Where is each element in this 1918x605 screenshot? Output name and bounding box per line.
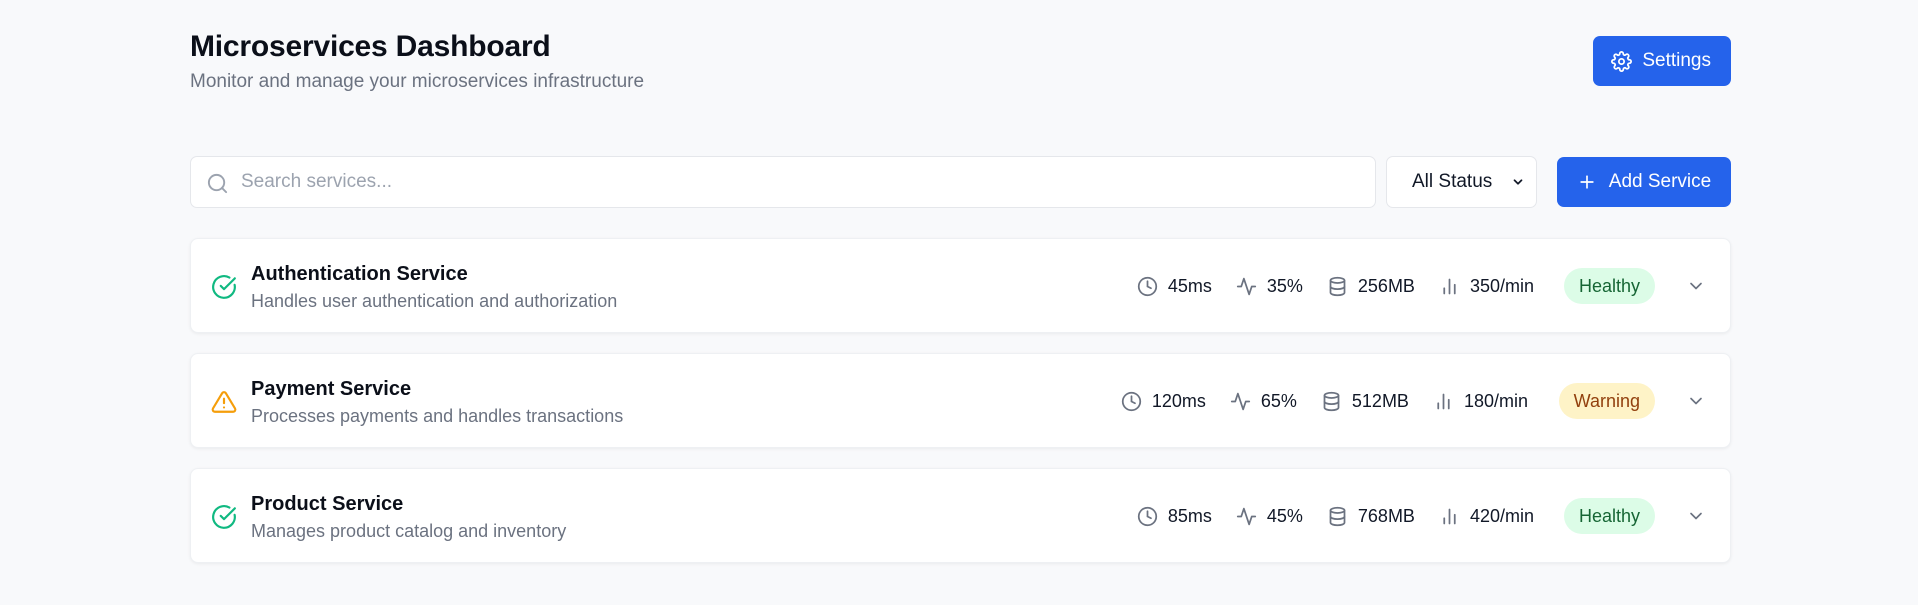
memory-value: 512MB (1351, 391, 1409, 411)
status-badge: Healthy (1563, 268, 1655, 304)
search-icon (207, 173, 228, 194)
warning-triangle-icon (211, 391, 237, 413)
service-name: Authentication Service (251, 263, 468, 285)
check-circle-icon (212, 505, 236, 529)
cpu-value: 35% (1266, 276, 1303, 296)
requests-value: 420/min (1469, 506, 1534, 526)
add-service-button[interactable]: Add Service (1557, 157, 1731, 207)
cpu-metric: 45% (1236, 506, 1303, 527)
memory-metric: 512MB (1321, 391, 1409, 412)
latency-value: 120ms (1151, 391, 1206, 411)
requests-value: 350/min (1469, 276, 1534, 296)
bar-chart-icon (1443, 508, 1456, 525)
status-filter-select[interactable]: All Status (1386, 156, 1537, 208)
settings-button[interactable]: Settings (1593, 36, 1731, 86)
memory-metric: 256MB (1327, 276, 1415, 297)
settings-button-label: Settings (1642, 50, 1711, 71)
chevron-down-icon[interactable] (1686, 391, 1706, 411)
chevron-down-icon[interactable] (1686, 506, 1706, 526)
requests-metric: 420/min (1439, 506, 1534, 527)
requests-metric: 350/min (1439, 276, 1534, 297)
service-name: Product Service (251, 493, 404, 515)
latency-value: 85ms (1167, 506, 1212, 526)
bar-chart-icon (1443, 278, 1456, 295)
latency-metric: 85ms (1137, 506, 1212, 527)
service-description: Processes payments and handles transacti… (251, 406, 624, 426)
requests-metric: 180/min (1433, 391, 1528, 412)
activity-icon (1236, 277, 1256, 296)
memory-value: 256MB (1357, 276, 1415, 296)
service-card[interactable]: Product Service Manages product catalog … (190, 468, 1731, 563)
memory-metric: 768MB (1327, 506, 1415, 527)
service-description: Handles user authentication and authoriz… (251, 291, 618, 311)
latency-metric: 120ms (1121, 391, 1206, 412)
cpu-value: 45% (1266, 506, 1303, 526)
database-icon (1323, 391, 1340, 412)
latency-metric: 45ms (1137, 276, 1212, 297)
check-circle-icon (212, 275, 236, 299)
search-input[interactable] (241, 157, 1361, 207)
database-icon (1329, 276, 1346, 297)
activity-icon (1236, 507, 1256, 526)
page-subtitle: Monitor and manage your microservices in… (190, 71, 645, 92)
toolbar: All Status Add Service (190, 156, 1731, 208)
database-icon (1329, 506, 1346, 527)
clock-icon (1137, 506, 1157, 527)
service-name: Payment Service (251, 378, 412, 400)
plus-icon (1580, 175, 1594, 189)
service-metrics: 85ms 45% 768MB 420/min (1137, 469, 1534, 564)
requests-value: 180/min (1463, 391, 1528, 411)
latency-value: 45ms (1167, 276, 1212, 296)
add-service-label: Add Service (1608, 171, 1712, 192)
service-metrics: 45ms 35% 256MB 350/min (1137, 239, 1534, 334)
memory-value: 768MB (1357, 506, 1415, 526)
chevron-down-icon (1513, 179, 1523, 185)
service-description: Manages product catalog and inventory (251, 521, 567, 541)
service-card[interactable]: Payment Service Processes payments and h… (190, 353, 1731, 448)
status-filter-value: All Status (1412, 171, 1493, 192)
clock-icon (1137, 276, 1157, 297)
service-card[interactable]: Authentication Service Handles user auth… (190, 238, 1731, 333)
gear-icon (1611, 50, 1633, 72)
status-badge: Healthy (1563, 498, 1655, 534)
search-box[interactable] (190, 156, 1376, 208)
clock-icon (1121, 391, 1141, 412)
service-list: Authentication Service Handles user auth… (190, 238, 1731, 583)
bar-chart-icon (1437, 393, 1450, 410)
page-header: Microservices Dashboard Monitor and mana… (190, 0, 1731, 150)
chevron-down-icon[interactable] (1686, 276, 1706, 296)
dashboard-container: Microservices Dashboard Monitor and mana… (190, 0, 1731, 563)
status-badge: Warning (1558, 383, 1655, 419)
cpu-metric: 65% (1230, 391, 1297, 412)
page-title: Microservices Dashboard (190, 30, 551, 63)
cpu-metric: 35% (1236, 276, 1303, 297)
cpu-value: 65% (1260, 391, 1297, 411)
service-metrics: 120ms 65% 512MB 180/min (1121, 354, 1528, 449)
activity-icon (1230, 392, 1250, 411)
